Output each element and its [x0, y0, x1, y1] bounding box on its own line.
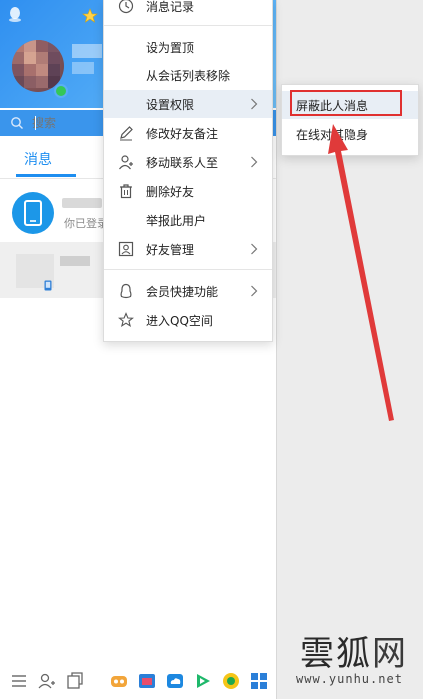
watermark-logo-suffix: 网 — [372, 634, 408, 674]
annotation-arrow — [328, 124, 394, 421]
watermark-url: www.yunhu.net — [296, 672, 403, 686]
watermark-logo-main: 雲狐 — [300, 634, 372, 674]
watermark-logo: 雲狐网 — [300, 626, 408, 675]
